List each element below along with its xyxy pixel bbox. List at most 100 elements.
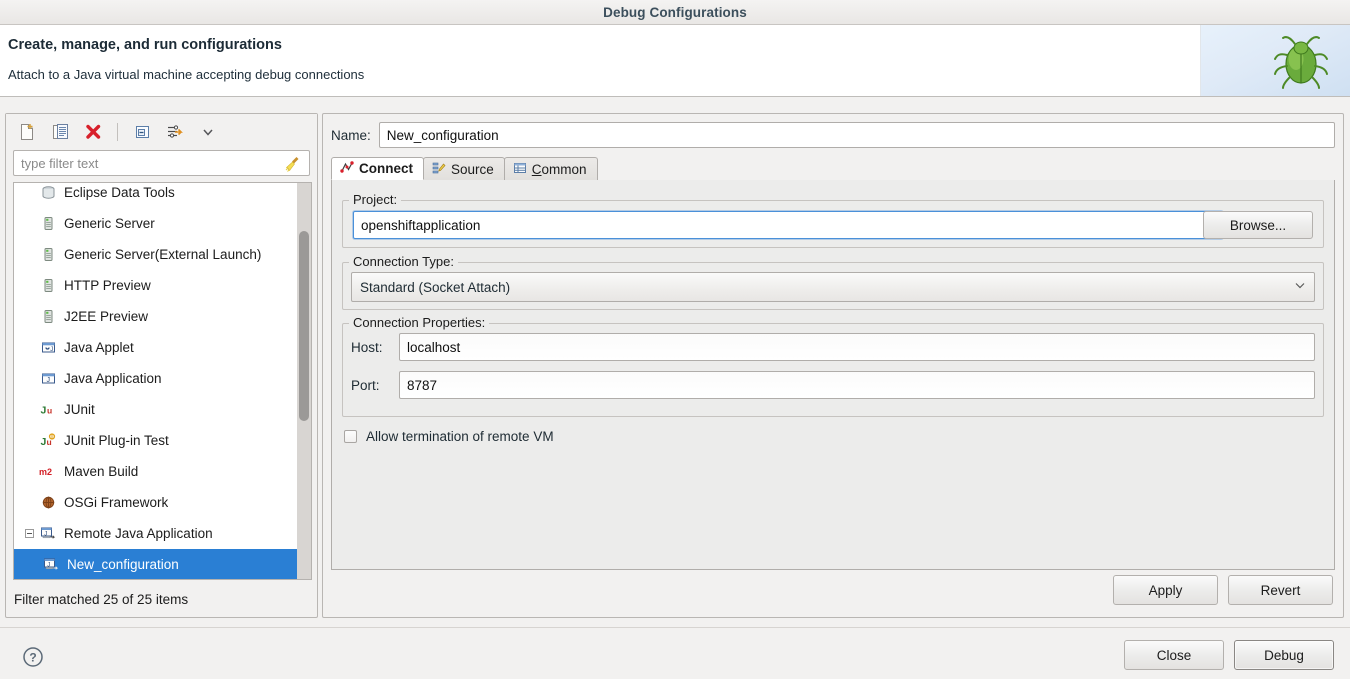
- tree-item-j2ee-preview[interactable]: J2EE Preview: [14, 301, 300, 332]
- osgi-icon: [39, 495, 57, 510]
- tree-item-label: Java Application: [64, 371, 162, 386]
- project-group-label: Project:: [349, 192, 402, 207]
- broom-clear-icon[interactable]: [283, 154, 303, 177]
- tree-item-new-configuration[interactable]: J New_configuration: [14, 549, 300, 579]
- server-icon: [39, 309, 57, 324]
- tab-connect[interactable]: Connect: [331, 157, 424, 180]
- svg-text:u: u: [47, 406, 52, 416]
- tree-item-label: JUnit: [64, 402, 95, 417]
- source-icon: [432, 161, 446, 178]
- tree-expander-spacer: [22, 495, 37, 510]
- tree-expander-spacer: [22, 185, 37, 200]
- allow-termination-label: Allow termination of remote VM: [366, 429, 554, 444]
- tree-item-http-preview[interactable]: HTTP Preview: [14, 270, 300, 301]
- red-x-delete-icon[interactable]: [82, 121, 104, 143]
- connection-type-select[interactable]: Standard (Socket Attach): [351, 272, 1315, 302]
- question-mark-help-icon[interactable]: ?: [22, 646, 44, 671]
- maven-m2-icon: m2: [39, 464, 57, 479]
- server-icon: [39, 216, 57, 231]
- port-label: Port:: [351, 377, 380, 393]
- tab-label-rest: ommon: [541, 161, 587, 177]
- filter-status-text: Filter matched 25 of 25 items: [14, 592, 189, 607]
- tree-expander-spacer: [22, 371, 37, 386]
- svg-text:J: J: [50, 347, 53, 353]
- configurations-toolbar: [6, 114, 317, 150]
- tree-item-label: Maven Build: [64, 464, 139, 479]
- connection-type-group: Connection Type: Standard (Socket Attach…: [342, 254, 1324, 310]
- host-input[interactable]: [399, 333, 1315, 361]
- connect-tab-pane: Project: Browse... Connection Type: Stan…: [331, 180, 1335, 570]
- common-icon: [513, 161, 527, 178]
- tree-item-label: Java Applet: [64, 340, 134, 355]
- toolbar-separator: [117, 123, 118, 141]
- header-title: Create, manage, and run configurations: [8, 37, 282, 53]
- tree-item-generic-server-external-launch[interactable]: Generic Server(External Launch): [14, 239, 300, 270]
- svg-text:J: J: [40, 405, 46, 417]
- copy-document-icon[interactable]: [49, 121, 71, 143]
- tree-item-java-applet[interactable]: J Java Applet: [14, 332, 300, 363]
- search-input[interactable]: [14, 151, 309, 175]
- name-label: Name:: [331, 127, 371, 143]
- configuration-name-input[interactable]: [378, 122, 1335, 148]
- tree-item-label: New_configuration: [67, 557, 179, 572]
- window-title-bar: Debug Configurations: [0, 0, 1350, 25]
- configuration-name-row: Name:: [331, 122, 1335, 148]
- tab-label: Common: [532, 162, 587, 177]
- tree-scrollbar-thumb[interactable]: [299, 231, 309, 421]
- tab-common[interactable]: Common: [503, 157, 598, 180]
- tree-expander-collapse[interactable]: [22, 526, 37, 541]
- launch-configurations-tree[interactable]: Eclipse Data Tools Generic Server Generi…: [13, 182, 312, 580]
- tree-item-label: Generic Server(External Launch): [64, 247, 262, 262]
- tree-item-label: J2EE Preview: [64, 309, 149, 324]
- connection-type-group-label: Connection Type:: [349, 254, 458, 269]
- header-subtitle: Attach to a Java virtual machine accepti…: [8, 67, 365, 82]
- tree-item-junit[interactable]: J u JUnit: [14, 394, 300, 425]
- filter-box[interactable]: [13, 150, 310, 176]
- apply-button[interactable]: Apply: [1113, 575, 1218, 605]
- allow-termination-row[interactable]: Allow termination of remote VM: [344, 429, 554, 444]
- browse-button[interactable]: Browse...: [1203, 211, 1313, 239]
- tree-item-label: OSGi Framework: [64, 495, 169, 510]
- chevron-down-icon: [1294, 281, 1306, 293]
- filter-row: [6, 150, 317, 176]
- project-input[interactable]: [353, 211, 1223, 239]
- connection-type-value: Standard (Socket Attach): [360, 279, 511, 295]
- tree-item-eclipse-data-tools[interactable]: Eclipse Data Tools: [14, 183, 300, 208]
- connect-icon: [340, 160, 354, 177]
- collapse-all-icon[interactable]: [131, 121, 153, 143]
- allow-termination-checkbox[interactable]: [344, 430, 357, 443]
- svg-text:J: J: [46, 377, 50, 384]
- tab-label: Connect: [359, 161, 413, 176]
- configuration-tabs: Connect Source Common: [331, 157, 1335, 181]
- port-input[interactable]: [399, 371, 1315, 399]
- tree-scrollbar[interactable]: [297, 183, 311, 579]
- new-document-icon[interactable]: [16, 121, 38, 143]
- filter-arrow-icon[interactable]: [164, 121, 186, 143]
- dialog-footer: ? Close Debug: [0, 627, 1350, 679]
- connection-properties-group: Connection Properties: Host: Port:: [342, 315, 1324, 417]
- host-row: Host:: [351, 333, 1315, 361]
- revert-button[interactable]: Revert: [1228, 575, 1333, 605]
- tree-item-junit-plug-in-test[interactable]: J u JUnit Plug-in Test: [14, 425, 300, 456]
- apply-revert-row: Apply Revert: [1113, 575, 1333, 605]
- tree-items: Eclipse Data Tools Generic Server Generi…: [14, 183, 300, 579]
- dialog-header: Create, manage, and run configurations A…: [0, 25, 1350, 97]
- debug-button[interactable]: Debug: [1234, 640, 1334, 670]
- close-button[interactable]: Close: [1124, 640, 1224, 670]
- port-row: Port:: [351, 371, 1315, 399]
- remote-java-application-icon: J: [42, 557, 60, 572]
- project-group: Project: Browse...: [342, 192, 1324, 248]
- tree-item-label: Generic Server: [64, 216, 155, 231]
- junit-icon: J u: [39, 402, 57, 417]
- tree-item-java-application[interactable]: J Java Application: [14, 363, 300, 394]
- tree-item-osgi-framework[interactable]: OSGi Framework: [14, 487, 300, 518]
- tree-item-remote-java-application[interactable]: J Remote Java Application: [14, 518, 300, 549]
- chevron-down-icon[interactable]: [197, 121, 219, 143]
- tab-mnemonic: C: [531, 161, 542, 177]
- tree-expander-spacer: [22, 433, 37, 448]
- green-bug-icon: [1270, 33, 1332, 94]
- tree-item-maven-build[interactable]: m2 Maven Build: [14, 456, 300, 487]
- data-tools-icon: [39, 185, 57, 200]
- tree-item-generic-server[interactable]: Generic Server: [14, 208, 300, 239]
- tab-source[interactable]: Source: [423, 157, 505, 180]
